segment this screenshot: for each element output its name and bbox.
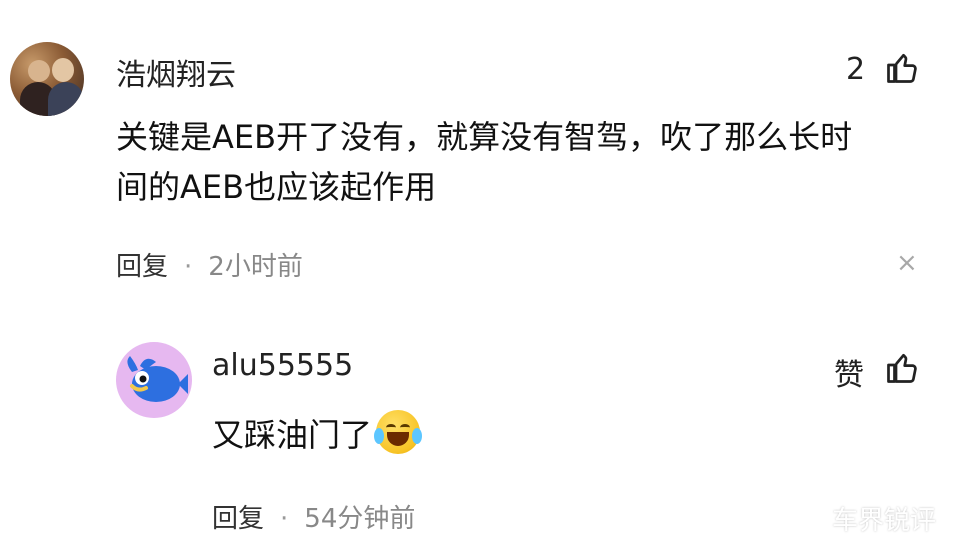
reply-time: 54分钟前 [304,504,416,534]
like-count: 2 [846,52,866,87]
close-icon[interactable]: × [896,248,918,278]
reply-meta: 回复 · 54分钟前 [212,498,415,535]
reply-button[interactable]: 回复 [212,504,264,534]
thumbs-up-icon[interactable] [884,50,920,86]
reply-avatar[interactable] [116,342,192,418]
reply-button[interactable]: 回复 [116,252,168,282]
comment-text-line: 关键是AEB开了没有，就算没有智驾，吹了那么长时 [116,118,853,156]
comment-text: 关键是AEB开了没有，就算没有智驾，吹了那么长时 间的AEB也应该起作用 [116,112,852,212]
wechat-icon [791,501,825,528]
reply-username[interactable]: alu55555 [212,348,353,383]
fish-icon [127,356,188,402]
crying-laughing-emoji-icon [374,410,423,454]
comment-text-line: 间的AEB也应该起作用 [116,168,437,206]
comment-meta: 回复 · 2小时前 [116,246,303,283]
watermark-text: 车界锐评 [832,506,937,536]
like-label: 赞 [834,358,864,393]
separator-dot: · [184,252,193,282]
avatar[interactable] [10,42,84,116]
separator-dot: · [280,504,289,534]
comment-time: 2小时前 [208,252,303,282]
reply-text-content: 又踩油门了 [212,416,373,454]
reply-text: 又踩油门了 [212,410,423,460]
comment-username[interactable]: 浩烟翔云 [116,50,236,94]
thumbs-up-icon[interactable] [884,350,920,386]
